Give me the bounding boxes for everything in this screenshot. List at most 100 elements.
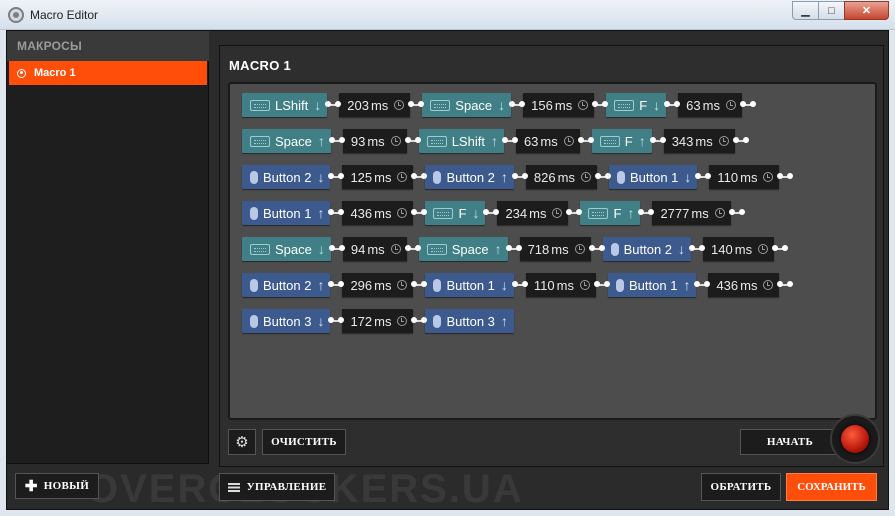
arrow-down-icon: ↓ bbox=[684, 169, 692, 185]
save-button[interactable]: СОХРАНИТЬ bbox=[786, 473, 877, 501]
connector-icon bbox=[325, 93, 342, 117]
connector-icon bbox=[649, 129, 666, 153]
mouse-button-step[interactable]: Button 2 ↓ bbox=[242, 165, 331, 189]
keyboard-key-step[interactable]: Space ↓ bbox=[242, 237, 331, 261]
connector-icon bbox=[411, 273, 428, 297]
keyboard-key-step[interactable]: F ↓ bbox=[425, 201, 486, 225]
clock-icon bbox=[763, 172, 774, 182]
mouse-button-step[interactable]: Button 2 ↑ bbox=[242, 273, 331, 297]
macro-row: Button 2 ↑ 296 ms Button 1 ↓ 110 ms Button 1 ↑ 436… bbox=[242, 272, 794, 298]
keyboard-key-step[interactable]: Space ↑ bbox=[418, 237, 508, 261]
mouse-icon bbox=[250, 206, 258, 220]
delay-step[interactable]: 343 ms bbox=[663, 129, 735, 153]
start-button[interactable]: НАЧАТЬ bbox=[740, 429, 840, 455]
mouse-button-step[interactable]: Button 3 ↑ bbox=[425, 309, 514, 333]
delay-value: 718 bbox=[527, 241, 550, 257]
keyboard-key-step[interactable]: F ↓ bbox=[606, 93, 667, 117]
connector-icon bbox=[411, 309, 428, 333]
delay-step[interactable]: 93 ms bbox=[342, 129, 407, 153]
delay-step[interactable]: 436 ms bbox=[342, 201, 414, 225]
delay-step[interactable]: 110 ms bbox=[709, 165, 780, 189]
keyboard-icon bbox=[250, 99, 270, 111]
delay-step[interactable]: 110 ms bbox=[525, 273, 596, 297]
clock-icon bbox=[390, 136, 401, 146]
keyboard-key-step[interactable]: Space ↑ bbox=[242, 129, 331, 153]
connector-icon bbox=[577, 129, 594, 153]
close-button[interactable]: ✕ bbox=[844, 1, 889, 20]
clock-icon bbox=[390, 244, 401, 254]
mouse-button-step[interactable]: Button 1 ↑ bbox=[242, 201, 331, 225]
keyboard-key-step[interactable]: F ↑ bbox=[591, 129, 652, 153]
connector-icon bbox=[732, 129, 749, 153]
delay-step[interactable]: 125 ms bbox=[342, 165, 414, 189]
step-label: LShift bbox=[275, 97, 309, 113]
settings-button[interactable]: ⚙ bbox=[228, 429, 256, 455]
delay-unit: ms bbox=[734, 241, 753, 257]
sidebar-item-macro-1[interactable]: Macro 1 bbox=[9, 61, 207, 85]
mouse-button-step[interactable]: Button 3 ↓ bbox=[242, 309, 331, 333]
clock-icon bbox=[397, 316, 408, 326]
delay-value: 93 bbox=[350, 133, 366, 149]
connector-icon bbox=[728, 201, 745, 225]
connector-icon bbox=[739, 93, 756, 117]
delay-step[interactable]: 140 ms bbox=[703, 237, 775, 261]
delay-unit: ms bbox=[740, 169, 758, 185]
mouse-button-step[interactable]: Button 1 ↑ bbox=[608, 273, 697, 297]
mouse-button-step[interactable]: Button 2 ↑ bbox=[425, 165, 514, 189]
mouse-icon bbox=[250, 170, 258, 184]
delay-step[interactable]: 2777 ms bbox=[652, 201, 731, 225]
delay-unit: ms bbox=[551, 241, 569, 257]
clock-icon bbox=[580, 280, 590, 290]
new-macro-button[interactable]: ✚ НОВЫЙ bbox=[15, 473, 99, 499]
mouse-button-step[interactable]: Button 1 ↓ bbox=[608, 165, 698, 189]
minimize-button[interactable]: ▁ bbox=[792, 1, 819, 20]
keyboard-key-step[interactable]: F ↑ bbox=[580, 201, 641, 225]
clock-icon bbox=[552, 208, 563, 218]
delay-step[interactable]: 436 ms bbox=[708, 273, 780, 297]
revert-button[interactable]: ОБРАТИТЬ bbox=[701, 473, 781, 501]
keyboard-key-step[interactable]: Space ↓ bbox=[422, 93, 512, 117]
mouse-button-step[interactable]: Button 1 ↓ bbox=[425, 273, 514, 297]
delay-step[interactable]: 63 ms bbox=[678, 93, 742, 117]
clock-icon bbox=[580, 172, 591, 182]
clock-icon bbox=[714, 208, 725, 218]
connector-icon bbox=[509, 93, 526, 117]
keyboard-icon bbox=[599, 135, 620, 147]
delay-step[interactable]: 826 ms bbox=[525, 165, 597, 189]
delay-step[interactable]: 296 ms bbox=[342, 273, 414, 297]
delay-step[interactable]: 63 ms bbox=[515, 129, 580, 153]
step-label: Button 1 bbox=[629, 169, 679, 185]
delay-unit: ms bbox=[695, 133, 713, 149]
connector-icon bbox=[592, 93, 609, 117]
mouse-button-step[interactable]: Button 2 ↓ bbox=[602, 237, 692, 261]
delay-unit: ms bbox=[691, 205, 709, 221]
delay-step[interactable]: 203 ms bbox=[339, 93, 411, 117]
keyboard-icon bbox=[426, 243, 447, 255]
delay-step[interactable]: 156 ms bbox=[523, 93, 595, 117]
step-label: Space bbox=[275, 133, 312, 149]
clear-button[interactable]: ОЧИСТИТЬ bbox=[262, 429, 346, 455]
delay-step[interactable]: 94 ms bbox=[342, 237, 407, 261]
delay-value: 63 bbox=[686, 97, 701, 113]
manage-button[interactable]: УПРАВЛЕНИЕ bbox=[219, 473, 335, 501]
app-frame: МАКРОСЫ Macro 1 OVERCLOCKERS.UA MACRO 1 … bbox=[6, 30, 889, 511]
arrow-down-icon: ↓ bbox=[314, 97, 322, 113]
connector-icon bbox=[664, 93, 681, 117]
keyboard-key-step[interactable]: LShift ↑ bbox=[418, 129, 504, 153]
delay-value: 125 bbox=[350, 169, 373, 185]
arrow-down-icon: ↓ bbox=[498, 97, 506, 113]
record-button[interactable] bbox=[830, 414, 880, 464]
window-controls: ▁ □ ✕ bbox=[792, 1, 889, 20]
connector-icon bbox=[772, 237, 789, 261]
keyboard-key-step[interactable]: LShift ↓ bbox=[242, 93, 328, 117]
delay-value: 234 bbox=[505, 205, 528, 221]
step-label: F bbox=[613, 205, 622, 221]
delay-step[interactable]: 234 ms bbox=[497, 201, 569, 225]
maximize-button[interactable]: □ bbox=[818, 1, 845, 20]
connector-icon bbox=[594, 273, 610, 297]
macro-sequence-area[interactable]: LShift ↓ 203 ms Space ↓ 156 ms F ↓ 63 ms Space ↑ 93 ms L… bbox=[228, 82, 877, 420]
delay-step[interactable]: 718 ms bbox=[519, 237, 591, 261]
clock-icon bbox=[758, 244, 769, 254]
delay-step[interactable]: 172 ms bbox=[342, 309, 414, 333]
delay-unit: ms bbox=[740, 277, 758, 293]
